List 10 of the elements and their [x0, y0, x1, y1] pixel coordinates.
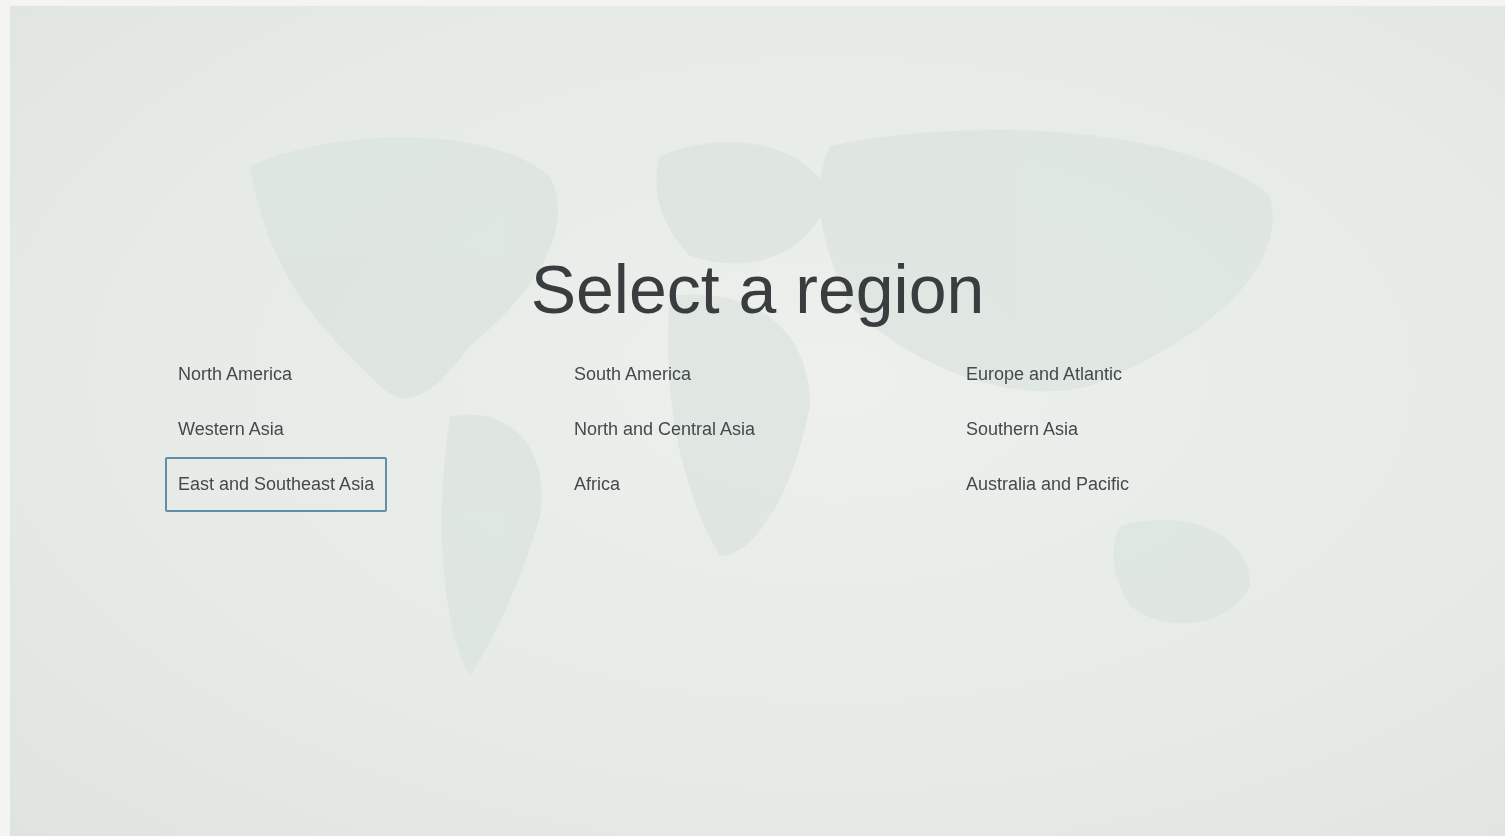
region-option[interactable]: North and Central Asia [561, 402, 769, 458]
region-option[interactable]: Southern Asia [953, 402, 1092, 458]
region-option[interactable]: East and Southeast Asia [165, 457, 388, 513]
region-option[interactable]: Australia and Pacific [953, 457, 1143, 513]
region-option[interactable]: Western Asia [165, 402, 297, 458]
region-option[interactable]: Africa [561, 457, 633, 513]
region-option[interactable]: South America [561, 347, 705, 403]
region-option[interactable]: North America [165, 347, 306, 403]
page-title: Select a region [529, 254, 986, 326]
region-option[interactable]: Europe and Atlantic [953, 347, 1136, 403]
